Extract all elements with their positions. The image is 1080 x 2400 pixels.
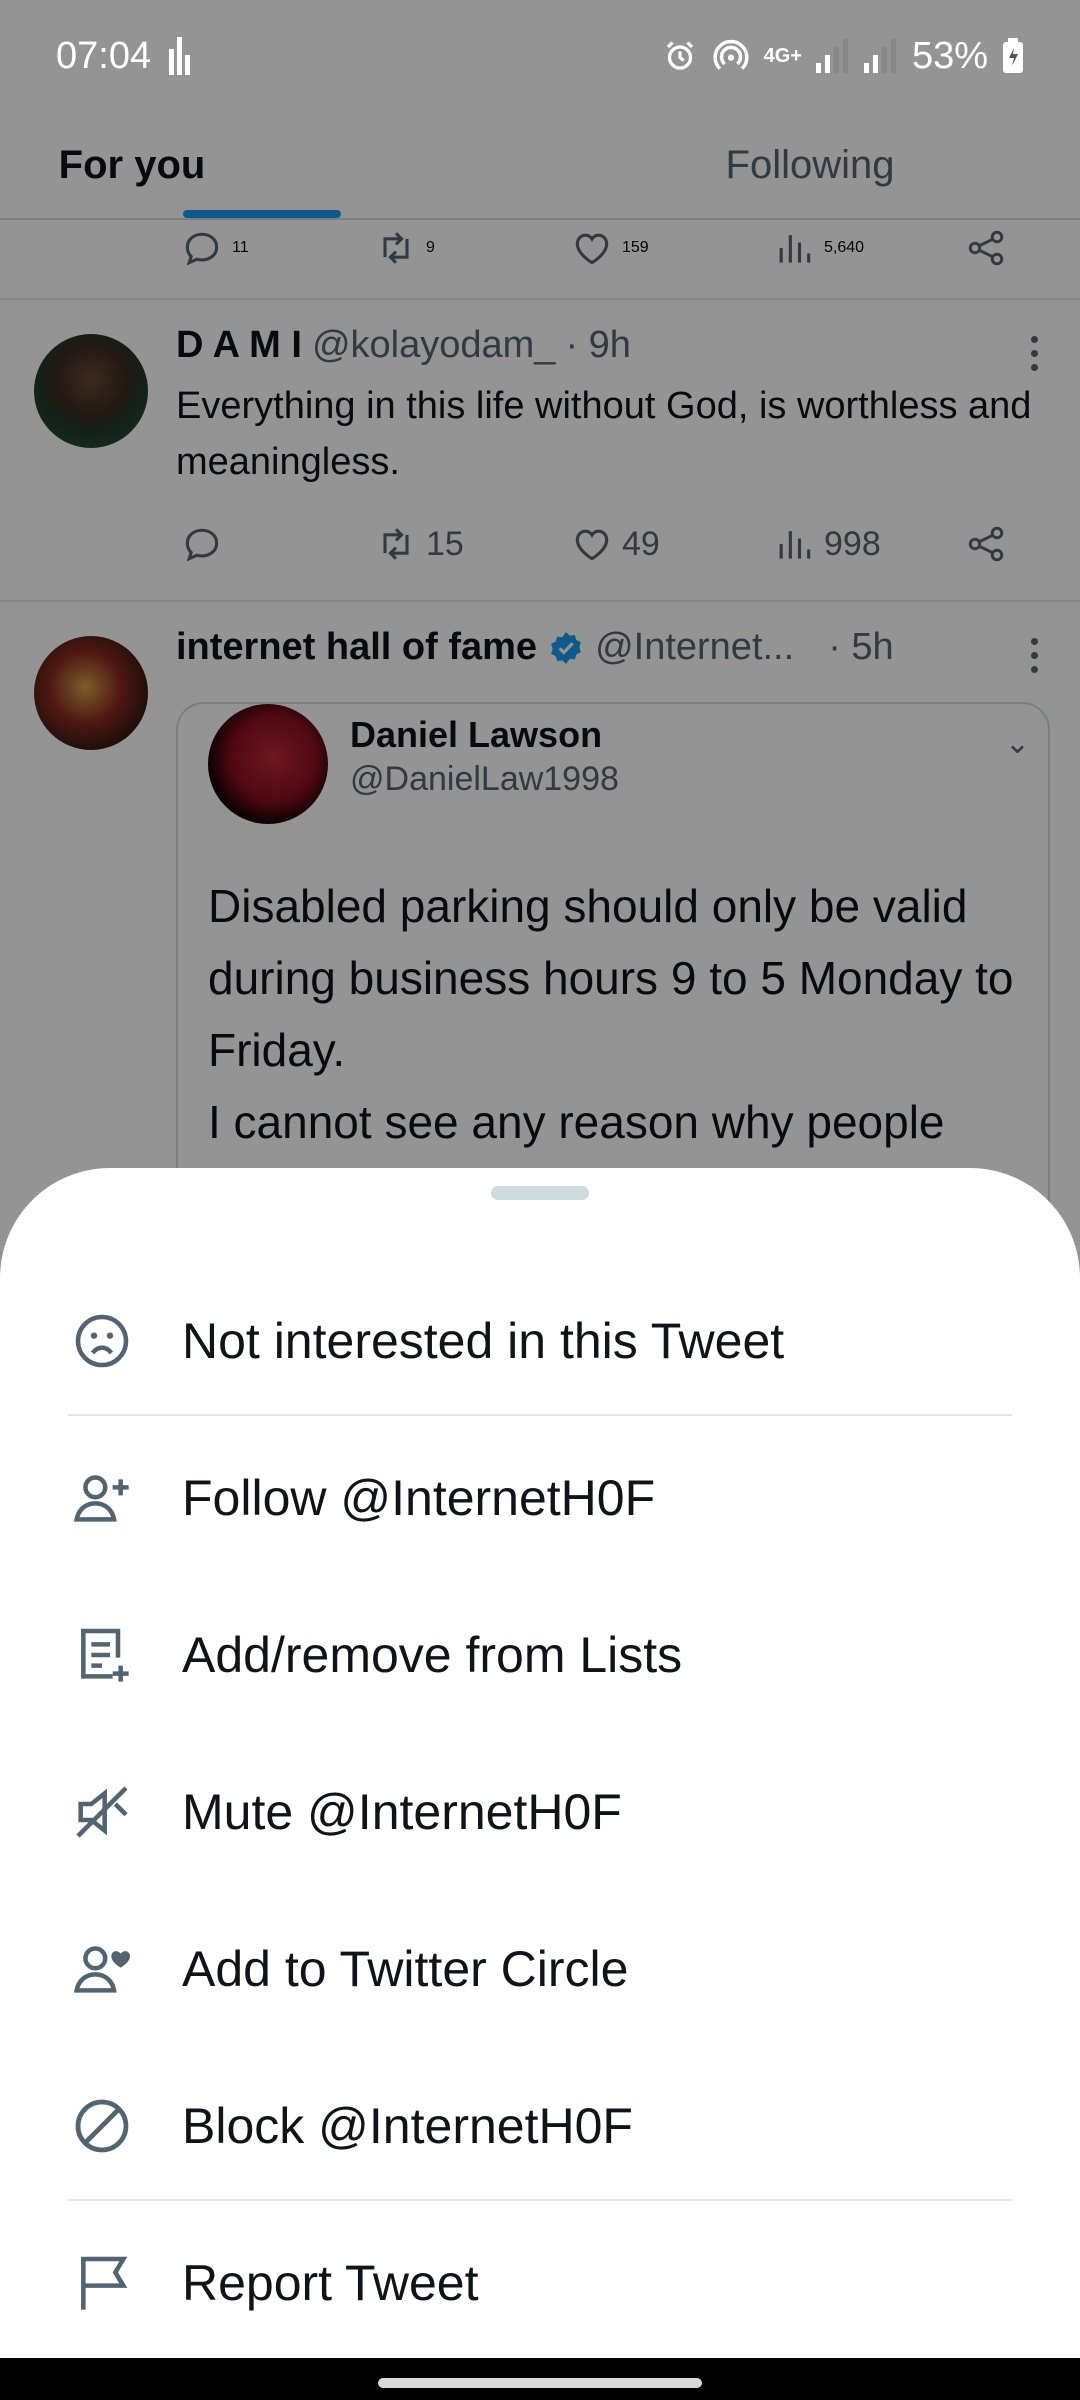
signal-icon: [815, 39, 850, 73]
network-type: 4G+: [763, 44, 802, 67]
menu-label: Follow @InternetH0F: [182, 1469, 656, 1526]
menu-not-interested[interactable]: Not interested in this Tweet: [0, 1262, 1080, 1419]
menu-follow[interactable]: Follow @InternetH0F: [0, 1419, 1080, 1576]
alarm-icon: [662, 38, 698, 74]
menu-report[interactable]: Report Tweet: [0, 2204, 1080, 2361]
home-gesture-handle[interactable]: [378, 2378, 702, 2388]
flag-icon: [68, 2249, 136, 2317]
screen: For you Following 11 9 159 5,640 D A M I…: [0, 0, 1080, 2400]
menu-label: Add to Twitter Circle: [182, 1940, 629, 1997]
status-bar: 07:04 4G+ 53%: [0, 0, 1080, 112]
menu-label: Add/remove from Lists: [182, 1626, 683, 1683]
divider: [68, 1414, 1012, 1416]
battery-percent: 53%: [911, 34, 988, 77]
system-navigation-bar: [0, 2358, 1080, 2400]
menu-block[interactable]: Block @InternetH0F: [0, 2047, 1080, 2204]
audio-bars-icon: [169, 37, 195, 75]
sad-face-icon: [68, 1307, 136, 1375]
menu-label: Block @InternetH0F: [182, 2097, 633, 2154]
tweet-options-sheet: Not interested in this Tweet Follow @Int…: [0, 1168, 1080, 2358]
battery-charging-icon: [1002, 38, 1024, 74]
hotspot-icon: [712, 37, 750, 75]
divider: [68, 2199, 1012, 2201]
list-add-icon: [68, 1621, 136, 1689]
circle-add-icon: [68, 1935, 136, 2003]
menu-label: Not interested in this Tweet: [182, 1312, 785, 1369]
menu-label: Report Tweet: [182, 2254, 479, 2311]
menu-lists[interactable]: Add/remove from Lists: [0, 1576, 1080, 1733]
menu-label: Mute @InternetH0F: [182, 1783, 622, 1840]
sheet-drag-handle[interactable]: [491, 1186, 589, 1200]
menu-mute[interactable]: Mute @InternetH0F: [0, 1733, 1080, 1890]
follow-user-icon: [68, 1464, 136, 1532]
menu-twitter-circle[interactable]: Add to Twitter Circle: [0, 1890, 1080, 2047]
block-icon: [68, 2092, 136, 2160]
signal-icon: [863, 39, 898, 73]
status-time: 07:04: [56, 34, 152, 77]
mute-icon: [68, 1778, 136, 1846]
